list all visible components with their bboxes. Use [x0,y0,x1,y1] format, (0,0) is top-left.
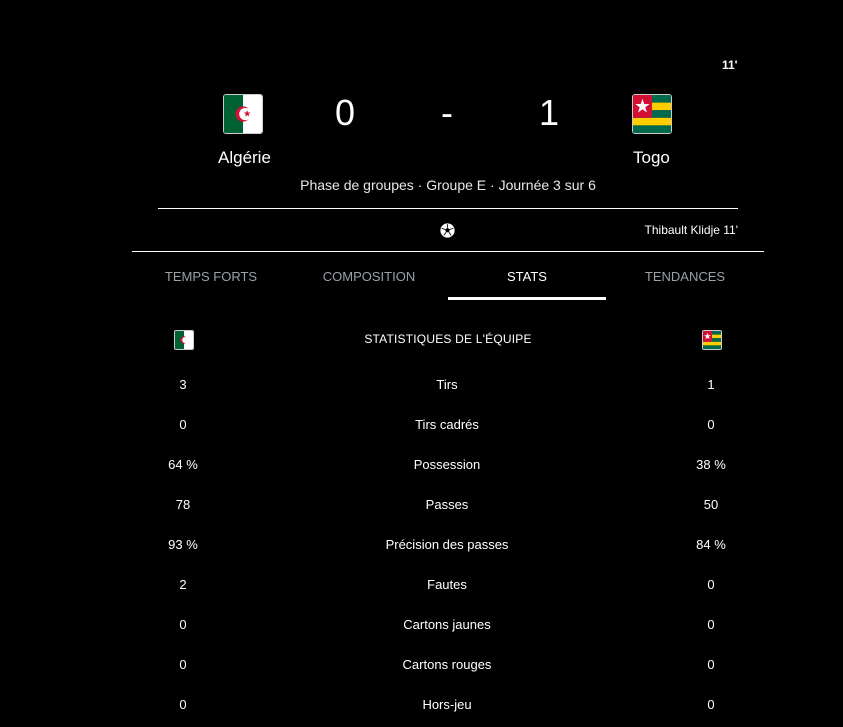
algeria-flag-icon [223,94,263,134]
stat-label: Précision des passes [385,536,509,552]
divider-top [158,208,738,209]
score-separator: - [441,92,453,133]
stat-label: Cartons rouges [402,656,492,672]
togo-flag-small-icon [702,330,722,350]
stat-row-cartons-jaunes: 0 Cartons jaunes 0 [132,604,764,644]
divider-tabs [132,251,764,252]
stat-label: Possession [413,456,481,472]
stat-label: Cartons jaunes [403,616,491,632]
stat-row-passes: 78 Passes 50 [132,484,764,524]
away-score: 1 [539,92,560,133]
stat-label: Tirs [436,376,458,392]
stat-away-value: 50 [703,496,719,512]
stat-away-value: 0 [707,616,715,632]
tab-stats[interactable]: STATS [448,256,606,300]
tab-tendances[interactable]: TENDANCES [606,256,764,300]
stat-row-hors-jeu: 0 Hors-jeu 0 [132,684,764,724]
stat-away-value: 0 [707,576,715,592]
stat-label: Fautes [427,576,467,592]
stat-home-value: 3 [179,376,187,392]
stat-away-value: 1 [707,376,715,392]
match-minute: 11' [722,58,738,72]
stat-row-possession: 64 % Possession 38 % [132,444,764,484]
stat-row-tirs: 3 Tirs 1 [132,364,764,404]
stat-away-value: 84 % [696,536,726,552]
home-team-name[interactable]: Algérie [218,148,271,168]
stat-row-cartons-rouges: 0 Cartons rouges 0 [132,644,764,684]
stat-home-value: 93 % [168,536,198,552]
tab-composition[interactable]: COMPOSITION [290,256,448,300]
stat-row-tirs-cadres: 0 Tirs cadrés 0 [132,404,764,444]
stat-home-value: 0 [179,696,187,712]
stat-away-value: 0 [707,416,715,432]
stat-row-fautes: 2 Fautes 0 [132,564,764,604]
stat-home-value: 78 [175,496,191,512]
stat-away-value: 0 [707,696,715,712]
home-score: 0 [335,92,356,133]
stat-home-value: 2 [179,576,187,592]
stat-home-value: 0 [179,416,187,432]
tab-temps-forts[interactable]: TEMPS FORTS [132,256,290,300]
tab-bar: TEMPS FORTS COMPOSITION STATS TENDANCES [132,256,764,300]
stat-label: Tirs cadrés [415,416,479,432]
soccer-ball-icon [440,223,455,238]
stat-label: Hors-jeu [422,696,472,712]
stat-home-value: 0 [179,656,187,672]
stat-label: Passes [425,496,469,512]
goal-event: Thibault Klidje 11' [644,223,738,237]
stat-home-value: 0 [179,616,187,632]
away-team-name[interactable]: Togo [633,148,670,168]
stat-row-precision-passes: 93 % Précision des passes 84 % [132,524,764,564]
match-phase[interactable]: Phase de groupes · Groupe E · Journée 3 … [0,177,843,193]
togo-flag-icon [632,94,672,134]
stat-home-value: 64 % [168,456,198,472]
stat-away-value: 0 [707,656,715,672]
stat-away-value: 38 % [696,456,726,472]
